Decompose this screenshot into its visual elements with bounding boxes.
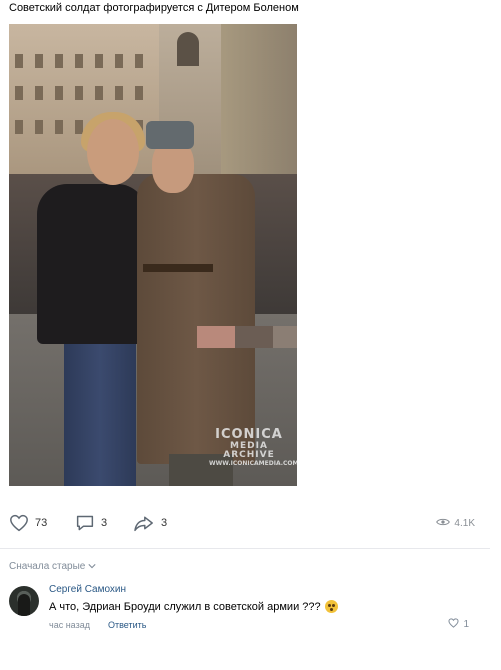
- photo-blur-block: [235, 326, 273, 348]
- heart-icon: [9, 514, 29, 532]
- watermark-line2: MEDIA ARCHIVE: [223, 440, 275, 461]
- photo-soldier-hat: [146, 121, 194, 149]
- photo-building: [9, 24, 159, 194]
- comment-text: А что, Эдриан Броуди служил в советской …: [49, 600, 338, 613]
- post-actions-bar: 73 3 3 4.1K: [0, 508, 501, 538]
- views-counter: 4.1K: [436, 508, 475, 538]
- chevron-down-icon: [85, 561, 96, 572]
- photo-man-jeans: [64, 324, 136, 486]
- section-divider: [0, 548, 490, 549]
- watermark-line3: WWW.ICONICAMEDIA.COM: [209, 459, 297, 467]
- view-count: 4.1K: [454, 517, 475, 529]
- comment-body: А что, Эдриан Броуди служил в советской …: [49, 600, 321, 613]
- like-count: 73: [35, 517, 48, 529]
- comment-timestamp[interactable]: час назад: [49, 620, 90, 630]
- comment-author-link[interactable]: Сергей Самохин: [49, 584, 126, 595]
- comments-sort-dropdown[interactable]: Сначала старые: [9, 561, 96, 572]
- photo-soldier-belt: [143, 264, 213, 272]
- share-icon: [133, 514, 155, 532]
- photo-man-face: [87, 119, 139, 185]
- avatar[interactable]: [9, 586, 39, 616]
- share-count: 3: [161, 517, 168, 529]
- comment-count: 3: [101, 517, 108, 529]
- comment-button[interactable]: 3: [75, 508, 107, 538]
- astonished-face-icon: [324, 600, 338, 613]
- photo-soldier-coat: [137, 174, 255, 464]
- comment-like-button[interactable]: 1: [448, 618, 469, 631]
- share-button[interactable]: 3: [133, 508, 167, 538]
- eye-icon: [436, 517, 451, 530]
- photo-watermark: ICONICA MEDIA ARCHIVE WWW.ICONICAMEDIA.C…: [209, 427, 297, 467]
- like-button[interactable]: 73: [9, 508, 47, 538]
- sort-label: Сначала старые: [9, 561, 86, 572]
- comment-icon: [75, 514, 95, 532]
- comment-item: Сергей Самохин А что, Эдриан Броуди служ…: [9, 582, 489, 638]
- post-photo[interactable]: ICONICA MEDIA ARCHIVE WWW.ICONICAMEDIA.C…: [9, 24, 297, 486]
- photo-blur-block: [197, 326, 235, 348]
- watermark-line1: ICONICA: [215, 427, 283, 442]
- comment-like-count: 1: [463, 619, 469, 630]
- photo-man-jacket: [37, 184, 147, 344]
- photo-wall: [221, 24, 297, 199]
- heart-icon: [448, 618, 459, 631]
- reply-button[interactable]: Ответить: [108, 620, 146, 630]
- post-caption: Советский солдат фотографируется с Дитер…: [9, 2, 299, 14]
- photo-blur-block: [273, 326, 297, 348]
